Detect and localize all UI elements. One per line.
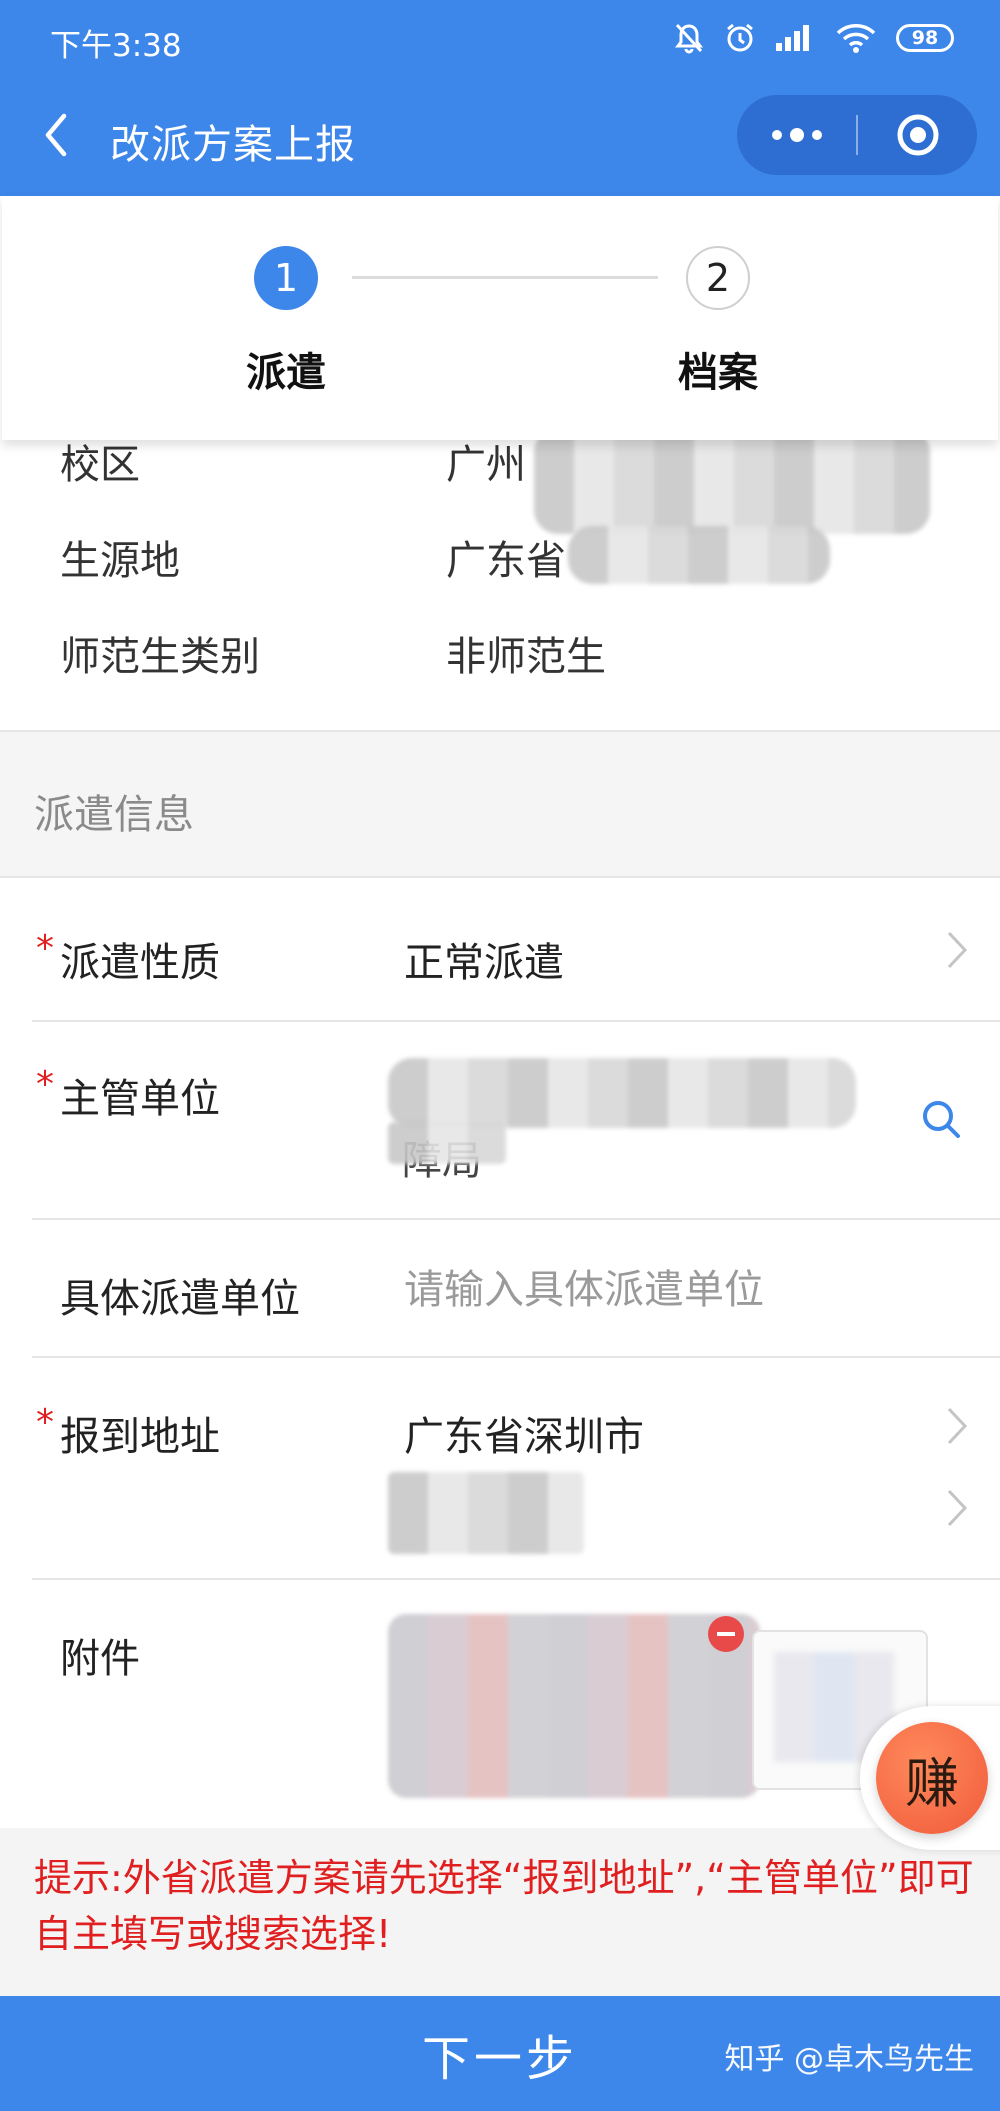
- close-miniprogram-button[interactable]: [858, 95, 977, 175]
- info-label-teacher-type: 师范生类别: [60, 634, 260, 680]
- attachment-row: 附件: [32, 1580, 1000, 1828]
- step-connector: [352, 276, 658, 279]
- chevron-right-icon: [947, 931, 968, 969]
- signal-icon: [776, 25, 809, 51]
- nav-bar: 改派方案上报: [0, 80, 1000, 196]
- redacted-address-detail: [388, 1472, 584, 1554]
- chevron-right-icon: [947, 1407, 968, 1445]
- dispatch-type-row[interactable]: * 派遣性质 正常派遣: [32, 878, 1000, 1022]
- step-indicator: 1 派遣 2 档案: [2, 196, 998, 440]
- redacted-campus: [534, 428, 930, 534]
- hint-box: 提示:外省派遣方案请先选择“报到地址”,“主管单位”即可自主填写或搜索选择!: [0, 1828, 1000, 1996]
- more-dots-icon: [771, 128, 822, 142]
- step-label: 派遣: [246, 350, 326, 396]
- wifi-icon: [836, 24, 876, 53]
- mute-bell-icon: [675, 23, 703, 54]
- alarm-icon: [727, 23, 753, 52]
- specific-unit-label: 具体派遣单位: [60, 1276, 300, 1322]
- earn-badge-button[interactable]: 赚: [876, 1722, 988, 1834]
- top-bar: 下午3:38 98 改派方案上报: [0, 0, 1000, 196]
- specific-unit-row: 具体派遣单位: [32, 1220, 1000, 1358]
- report-address-row[interactable]: * 报到地址 广东省深圳市: [32, 1358, 1000, 1580]
- redacted-authority: [388, 1058, 856, 1128]
- authority-label: 主管单位: [60, 1076, 220, 1122]
- redacted-authority-2: [388, 1122, 506, 1164]
- info-value-origin: 广东省: [446, 538, 566, 584]
- required-mark: *: [36, 1064, 54, 1105]
- step-number: 1: [254, 246, 318, 310]
- info-label-origin: 生源地: [60, 538, 180, 584]
- attachment-label: 附件: [60, 1636, 140, 1682]
- step-label: 档案: [678, 350, 758, 396]
- dispatch-type-value: 正常派遣: [404, 940, 564, 986]
- back-arrow-icon[interactable]: [38, 110, 78, 160]
- status-time: 下午3:38: [50, 28, 182, 64]
- attachment-thumbnail[interactable]: [388, 1614, 760, 1798]
- required-mark: *: [36, 1402, 54, 1443]
- info-value-teacher-type: 非师范生: [446, 634, 606, 680]
- redacted-origin: [568, 526, 830, 584]
- required-mark: *: [36, 928, 54, 969]
- info-value-campus: 广州: [446, 442, 526, 488]
- chevron-right-icon: [947, 1489, 968, 1527]
- report-address-label: 报到地址: [60, 1414, 220, 1460]
- hint-text: 提示:外省派遣方案请先选择“报到地址”,“主管单位”即可自主填写或搜索选择!: [34, 1856, 974, 1956]
- info-label-campus: 校区: [60, 442, 140, 488]
- report-address-value: 广东省深圳市: [404, 1414, 644, 1460]
- watermark: 知乎 @卓木鸟先生: [724, 2042, 974, 2077]
- target-icon: [897, 114, 938, 156]
- search-icon[interactable]: [920, 1098, 962, 1140]
- section-title: 派遣信息: [34, 792, 194, 838]
- miniprogram-capsule: [737, 95, 977, 175]
- step-number: 2: [686, 246, 750, 310]
- remove-attachment-button[interactable]: [708, 1616, 744, 1652]
- minus-icon: [717, 1632, 735, 1636]
- page-title: 改派方案上报: [110, 122, 356, 168]
- more-button[interactable]: [737, 95, 856, 175]
- dispatch-type-label: 派遣性质: [60, 940, 220, 986]
- status-icons: 98: [674, 22, 954, 54]
- bottom-bar: 下一步 知乎 @卓木鸟先生: [0, 1996, 1000, 2111]
- section-header: 派遣信息: [0, 730, 1000, 878]
- specific-unit-input[interactable]: [404, 1262, 944, 1318]
- authority-row[interactable]: * 主管单位 障局: [32, 1022, 1000, 1220]
- battery-icon: 98: [896, 24, 954, 52]
- status-bar: 下午3:38 98: [0, 0, 1000, 80]
